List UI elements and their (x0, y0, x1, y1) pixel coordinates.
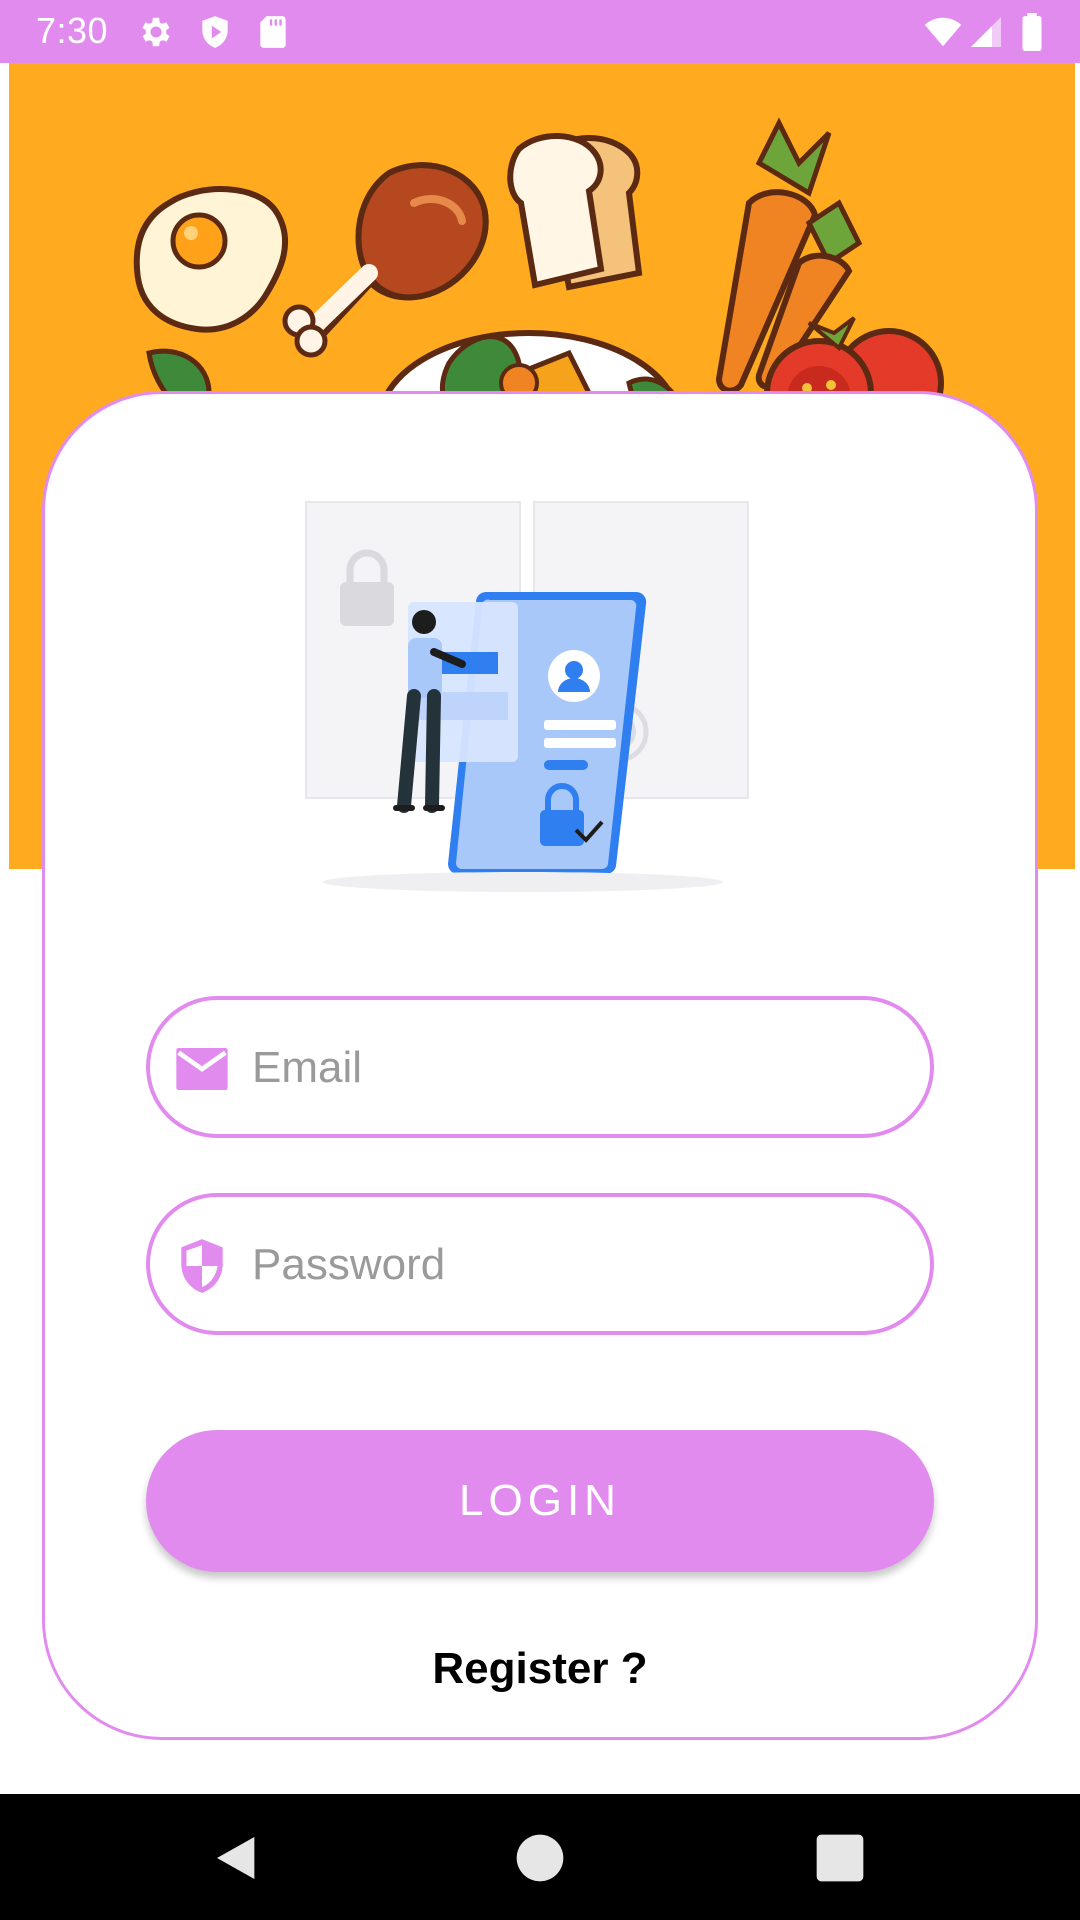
status-bar: 7:30 (0, 0, 1080, 63)
secure-login-illustration (305, 501, 749, 892)
navigation-bar (0, 1794, 1080, 1920)
email-field[interactable] (146, 996, 934, 1138)
chicken-drumstick-icon (282, 162, 489, 358)
bread-slices-icon (507, 133, 643, 291)
login-button[interactable]: LOGIN (146, 1430, 934, 1572)
app-root: 7:30 Email LOGIN Register ? (0, 0, 1080, 1920)
register-link[interactable]: Register ? (0, 1644, 1080, 1694)
mail-icon (176, 1048, 228, 1090)
gear-icon (142, 17, 170, 47)
signal-icon (971, 17, 1001, 47)
back-icon[interactable] (210, 1830, 266, 1886)
status-time: 7:30 (36, 10, 109, 51)
password-field[interactable] (146, 1193, 934, 1335)
email-input[interactable] (252, 1028, 892, 1108)
fried-egg-icon (133, 186, 289, 333)
home-icon[interactable] (512, 1830, 568, 1886)
wifi-icon (924, 17, 962, 47)
play-protect-icon (202, 16, 228, 48)
battery-icon (1022, 13, 1042, 51)
sd-card-icon (260, 16, 286, 48)
shield-icon (181, 1239, 223, 1293)
password-input[interactable] (252, 1225, 892, 1305)
recents-icon[interactable] (812, 1830, 868, 1886)
